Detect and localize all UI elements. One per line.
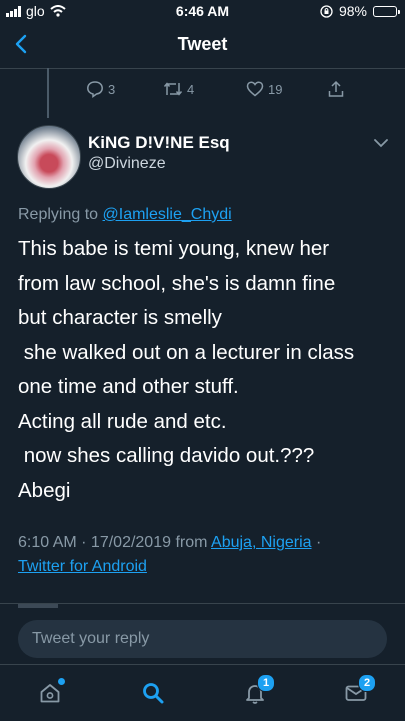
messages-badge: 2: [358, 674, 376, 692]
page-title: Tweet: [177, 34, 228, 54]
tab-notifications[interactable]: 1: [243, 674, 275, 705]
tweet-meta: 6:10 AM · 17/02/2019 from Abuja, Nigeria…: [18, 531, 393, 579]
divider: [0, 603, 405, 604]
replying-to: Replying to @Iamleslie_Chydi: [18, 206, 232, 224]
battery-icon: [373, 5, 400, 17]
reply-input[interactable]: Tweet your reply: [18, 620, 387, 658]
partial-stats-row: [18, 604, 58, 608]
tab-messages[interactable]: 2: [344, 674, 376, 705]
battery-percent: 98%: [338, 3, 367, 19]
tab-search[interactable]: [141, 681, 165, 705]
reply-count: 3: [108, 81, 116, 97]
replying-prefix: Replying to: [18, 206, 103, 223]
tab-bar: 1 2: [0, 664, 405, 721]
status-right: 98%: [320, 3, 400, 19]
reply-placeholder: Tweet your reply: [32, 630, 150, 647]
avatar[interactable]: [17, 125, 81, 189]
tweet-line: from law school, she's is damn fine: [18, 271, 336, 295]
tweet-line: Abegi: [18, 478, 71, 502]
author-name[interactable]: KiNG D!V!NE Esq: [88, 133, 230, 153]
share-icon: [328, 80, 344, 97]
like-count: 19: [268, 81, 283, 97]
home-new-dot: [58, 678, 65, 685]
heart-icon: [246, 81, 264, 97]
retweet-action[interactable]: 4: [163, 80, 194, 98]
author-handle[interactable]: @Divineze: [88, 155, 166, 173]
location-link[interactable]: Abuja, Nigeria: [211, 534, 312, 551]
chevron-down-icon[interactable]: [373, 137, 389, 149]
tab-home[interactable]: [38, 678, 65, 705]
home-icon: [40, 684, 60, 703]
parent-tweet-actions: 3 4 19: [0, 80, 405, 100]
share-action[interactable]: [327, 80, 345, 98]
tweet-line: one time and other stuff.: [18, 375, 239, 398]
nav-bar: Tweet: [0, 22, 405, 69]
notifications-badge: 1: [257, 674, 275, 692]
tweet-line: Acting all rude and etc.: [18, 409, 227, 433]
replying-to-link[interactable]: @Iamleslie_Chydi: [103, 206, 232, 223]
tweet-line: now shes calling davido out.???: [18, 444, 315, 467]
tweet-line: she walked out on a lecturer in class: [18, 340, 355, 364]
like-action[interactable]: 19: [246, 80, 282, 98]
tweet-text: This babe is temi young, knew her from l…: [18, 232, 393, 508]
retweet-count: 4: [187, 81, 195, 97]
tweet-line: This babe is temi young, knew her: [18, 237, 330, 260]
retweet-icon: [163, 82, 183, 96]
tweet-line: but character is smelly: [18, 306, 222, 329]
search-icon: [143, 683, 164, 704]
reply-action[interactable]: 3: [86, 80, 115, 98]
client-link[interactable]: Twitter for Android: [18, 558, 147, 575]
reply-icon: [87, 81, 103, 98]
status-bar: glo 6:46 AM 98%: [0, 0, 405, 22]
meta-separator: ·: [311, 534, 322, 551]
tweet-timestamp: 6:10 AM · 17/02/2019 from: [18, 534, 212, 551]
orientation-lock-icon: [320, 4, 333, 18]
